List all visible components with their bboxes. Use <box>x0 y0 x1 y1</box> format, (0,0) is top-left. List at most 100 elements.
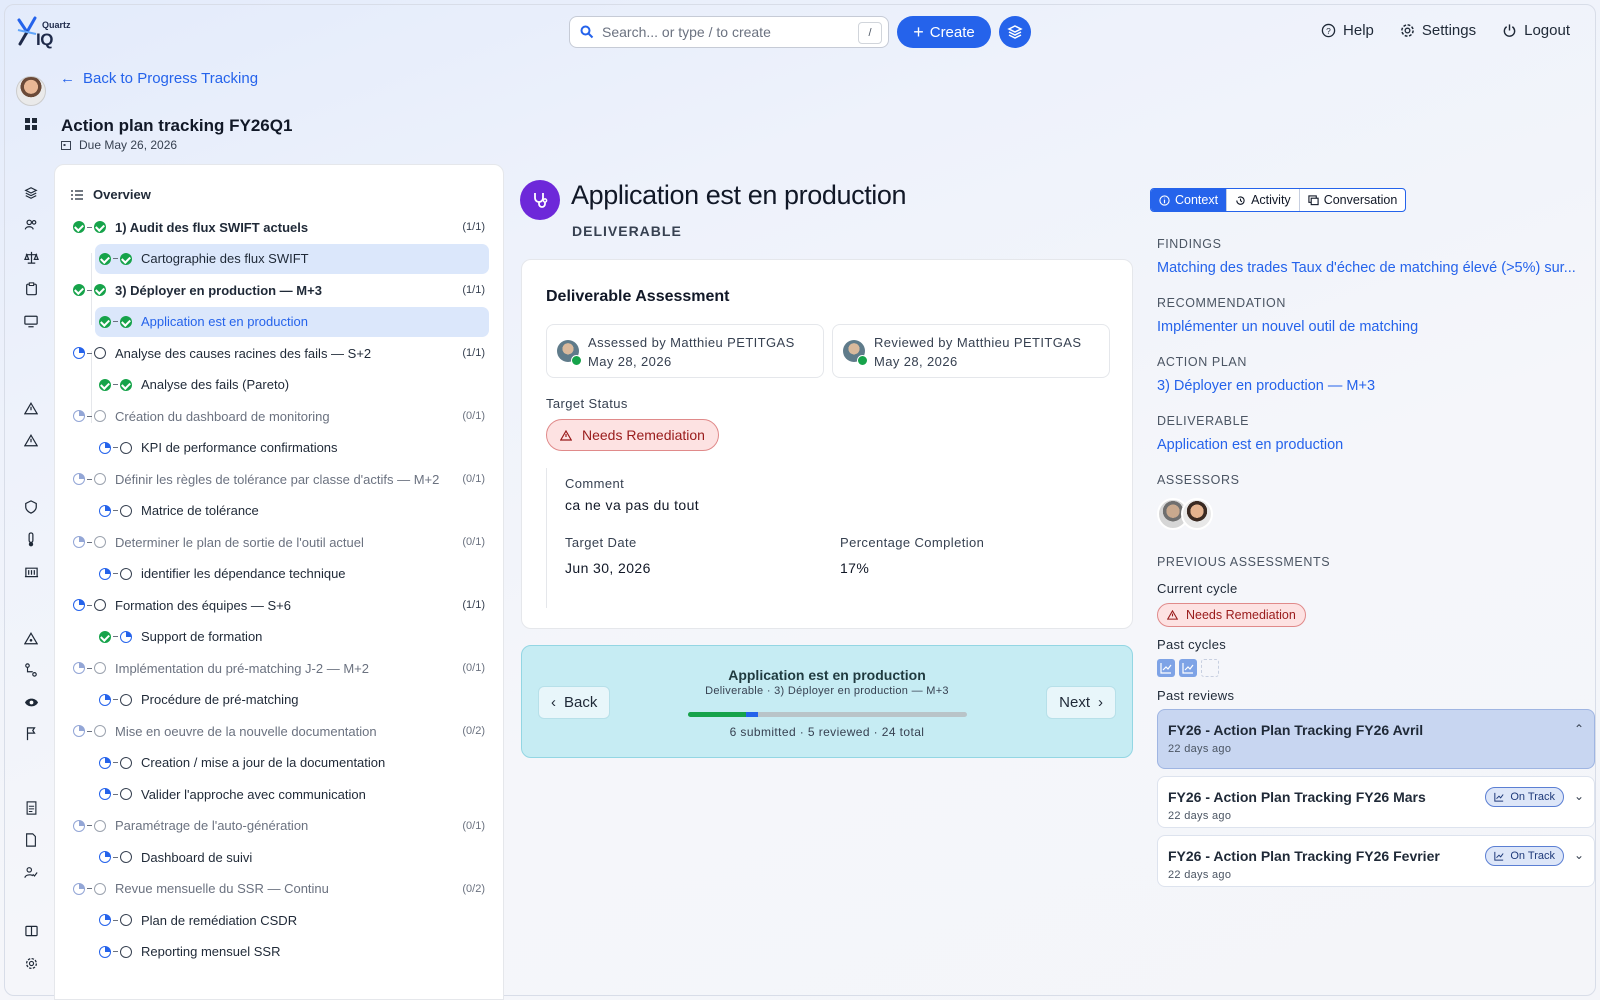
action-plan-label: ACTION PLAN <box>1157 355 1247 369</box>
tree-action-item[interactable]: 3) Déployer en production — M+3 (1/1) <box>69 275 489 305</box>
submission-progress-bar <box>688 712 967 717</box>
overview-item[interactable]: Overview <box>71 187 151 202</box>
tree-action-item[interactable]: Implémentation du pré-matching J-2 — M+2… <box>69 653 489 683</box>
gear-icon <box>1401 24 1414 37</box>
status-indicator-icon <box>99 914 135 926</box>
past-cycles-label: Past cycles <box>1157 637 1227 652</box>
tree-item-label: Matrice de tolérance <box>141 503 259 518</box>
target-status-badge: Needs Remediation <box>546 419 719 451</box>
calendar-icon <box>61 141 71 150</box>
next-button[interactable]: Next › <box>1046 686 1116 719</box>
past-review-item[interactable]: FY26 - Action Plan Tracking FY26 Fevrier… <box>1157 835 1595 887</box>
deliverable-link[interactable]: Application est en production <box>1157 437 1343 453</box>
brand-name-main: IQ <box>36 30 53 49</box>
quartz-iq-logo[interactable]: Quartz IQ <box>16 16 76 50</box>
create-button[interactable]: + Create <box>897 16 991 48</box>
shield-icon[interactable] <box>22 498 40 516</box>
dashboard-icon[interactable] <box>22 115 40 133</box>
layers-icon <box>1007 25 1023 39</box>
tab-activity[interactable]: Activity <box>1227 189 1300 211</box>
tree-action-item[interactable]: 1) Audit des flux SWIFT actuels (1/1) <box>69 212 489 242</box>
tree-deliverable-item[interactable]: Support de formation <box>95 622 489 652</box>
tree-deliverable-item[interactable]: identifier les dépendance technique <box>95 559 489 589</box>
tree-deliverable-item[interactable]: Plan de remédiation CSDR <box>95 905 489 935</box>
recommendation-label: RECOMMENDATION <box>1157 296 1286 310</box>
tree-item-label: Revue mensuelle du SSR — Continu <box>115 881 329 896</box>
sidebar-toggle-icon[interactable] <box>22 922 40 940</box>
history-icon <box>1236 195 1245 205</box>
tab-activity-label: Activity <box>1251 193 1291 207</box>
help-link[interactable]: ? Help <box>1321 22 1374 39</box>
document-icon[interactable] <box>22 831 40 849</box>
layers-button[interactable] <box>999 16 1031 48</box>
tree-deliverable-item[interactable]: Matrice de tolérance <box>95 496 489 526</box>
chevron-down-icon[interactable]: ⌄ <box>1574 789 1584 803</box>
status-indicator-icon <box>73 599 109 611</box>
tab-context[interactable]: Context <box>1151 189 1228 211</box>
tree-action-item[interactable]: Formation des équipes — S+6 (1/1) <box>69 590 489 620</box>
hierarchy-icon[interactable] <box>22 629 40 647</box>
past-review-item[interactable]: FY26 - Action Plan Tracking FY26 Avril 2… <box>1157 709 1595 769</box>
chevron-down-icon[interactable]: ⌄ <box>1574 848 1584 862</box>
navigator-subtitle: Deliverable · 3) Déployer en production … <box>705 685 949 697</box>
user-avatar[interactable] <box>16 76 46 106</box>
tree-action-item[interactable]: Revue mensuelle du SSR — Continu (0/2) <box>69 874 489 904</box>
assessors-label: ASSESSORS <box>1157 473 1240 487</box>
user-check-icon[interactable] <box>22 863 40 881</box>
recommendation-link[interactable]: Implémenter un nouvel outil de matching <box>1157 319 1418 335</box>
clipboard-icon[interactable] <box>22 280 40 298</box>
tree-item-label: Définir les règles de tolérance par clas… <box>115 471 440 487</box>
building-icon[interactable] <box>22 562 40 580</box>
tree-deliverable-item[interactable]: Application est en production <box>95 306 489 337</box>
comment-label: Comment <box>565 476 625 491</box>
report-icon[interactable] <box>22 799 40 817</box>
action-plan-link[interactable]: 3) Déployer en production — M+3 <box>1157 378 1375 394</box>
past-review-item[interactable]: FY26 - Action Plan Tracking FY26 Mars 22… <box>1157 776 1595 828</box>
chevron-up-icon[interactable]: ⌃ <box>1574 722 1584 736</box>
back-to-progress-link[interactable]: ← Back to Progress Tracking <box>60 70 258 87</box>
status-indicator-icon <box>73 284 109 296</box>
status-indicator-icon <box>99 252 135 265</box>
settings-nav-icon[interactable] <box>22 954 40 972</box>
deliverable-label: DELIVERABLE <box>1157 414 1250 428</box>
scale-icon[interactable] <box>22 248 40 266</box>
alert-triangle-icon[interactable] <box>22 431 40 449</box>
search-input[interactable] <box>602 24 852 40</box>
tree-deliverable-item[interactable]: Procédure de pré-matching <box>95 685 489 715</box>
assessor-avatar-2[interactable] <box>1181 498 1213 530</box>
layers-nav-icon[interactable] <box>22 184 40 202</box>
status-indicator-icon <box>99 378 135 391</box>
tree-deliverable-item[interactable]: Creation / mise a jour de la documentati… <box>95 748 489 778</box>
tree-item-count: (1/1) <box>462 221 485 233</box>
users-icon[interactable] <box>22 216 40 234</box>
tree-deliverable-item[interactable]: Reporting mensuel SSR <box>95 937 489 967</box>
create-button-label: Create <box>929 23 975 41</box>
tree-item-label: Support de formation <box>141 629 263 644</box>
tree-deliverable-item[interactable]: Dashboard de suivi <box>95 842 489 872</box>
settings-link[interactable]: Settings <box>1400 22 1476 39</box>
tree-deliverable-item[interactable]: KPI de performance confirmations <box>95 433 489 463</box>
tree-deliverable-item[interactable]: Cartographie des flux SWIFT <box>95 243 489 274</box>
warning-icon[interactable] <box>22 399 40 417</box>
monitor-icon[interactable] <box>22 312 40 330</box>
logout-link[interactable]: Logout <box>1502 22 1570 39</box>
chart-icon[interactable] <box>1179 659 1197 677</box>
global-search[interactable]: / <box>569 16 889 48</box>
thermometer-icon[interactable] <box>22 530 40 548</box>
tree-action-item[interactable]: Paramétrage de l'auto-génération (0/1) <box>69 811 489 841</box>
tree-action-item[interactable]: Définir les règles de tolérance par clas… <box>69 464 489 494</box>
tree-action-item[interactable]: Analyse des causes racines des fails — S… <box>69 338 489 368</box>
tree-action-item[interactable]: Création du dashboard de monitoring (0/1) <box>69 401 489 431</box>
tree-action-item[interactable]: Mise en oeuvre de la nouvelle documentat… <box>69 716 489 746</box>
chat-icon <box>1308 194 1319 205</box>
power-icon <box>1503 24 1516 37</box>
tab-conversation[interactable]: Conversation <box>1300 189 1406 211</box>
tree-deliverable-item[interactable]: Valider l'approche avec communication <box>95 779 489 809</box>
flag-icon[interactable] <box>22 725 40 743</box>
workflow-icon[interactable] <box>22 661 40 679</box>
tree-action-item[interactable]: Determiner le plan de sortie de l'outil … <box>69 527 489 557</box>
chart-icon[interactable] <box>1157 659 1175 677</box>
eye-icon[interactable] <box>22 693 40 711</box>
findings-link[interactable]: Matching des trades Taux d'échec de matc… <box>1157 260 1576 276</box>
tree-deliverable-item[interactable]: Analyse des fails (Pareto) <box>95 370 489 400</box>
